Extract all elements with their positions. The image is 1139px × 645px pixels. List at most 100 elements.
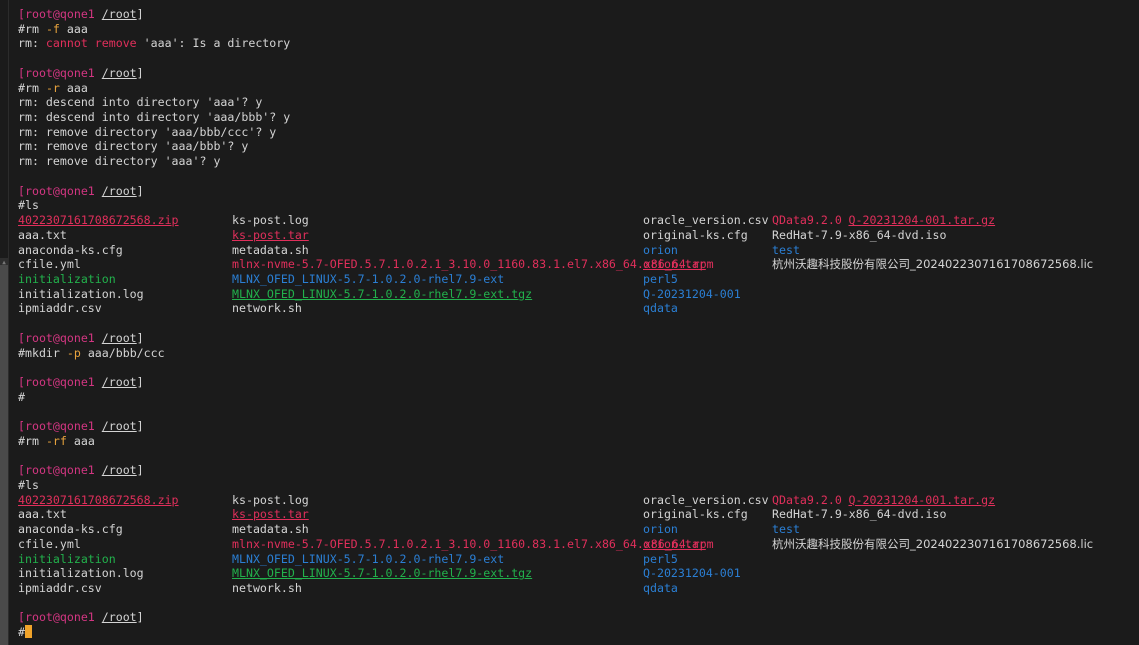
command-flag: -p	[66, 345, 81, 360]
prompt-path: /root	[101, 7, 137, 21]
ls-row: initialization MLNX_OFED_LINUX-5.7-1.0.2.…	[18, 552, 1139, 567]
ls-entry-col2: ks-post.tar	[232, 507, 309, 522]
prompt-path: /root	[101, 330, 137, 345]
ls-entry-col1: ipmiaddr.csv	[18, 301, 102, 316]
ls-entry-col3: oracle_version.csv	[643, 213, 769, 228]
output-descend-aaa: rm: descend into directory 'aaa'? y	[18, 95, 263, 110]
prompt-close: ]	[136, 330, 144, 345]
ls-entry-col2: metadata.sh	[232, 242, 309, 257]
command-arg: aaa	[59, 80, 88, 95]
ls-entry-col1: aaa.txt	[18, 507, 67, 522]
prompt-close: ]	[136, 7, 144, 21]
ls-entry-col2: network.sh	[232, 581, 302, 596]
command-line-rm-r: #rm -r aaa	[18, 81, 1139, 96]
command-line-ls: #ls	[18, 198, 1139, 213]
output-remove-aaa: rm: remove directory 'aaa'? y	[18, 154, 221, 169]
output-cannot-remove: rm: cannot remove 'aaa': Is a directory	[18, 36, 1139, 51]
output-remove-aaa-bbb: rm: remove directory 'aaa/bbb'? y	[18, 139, 249, 154]
ls-entry-col2: ks-post.log	[232, 213, 309, 228]
ls-entry-col4: test	[772, 242, 800, 257]
ls-entry-col3: oracle_version.csv	[643, 492, 769, 507]
prompt-hash: #	[18, 478, 25, 492]
prompt-close: ]	[136, 374, 144, 389]
ls-entry-col2: MLNX_OFED_LINUX-5.7-1.0.2.0-rhel7.9-ext	[232, 551, 505, 566]
ls-row: cfile.yml mlnx-nvme-5.7-OFED.5.7.1.0.2.1_…	[18, 257, 1139, 272]
ls-row: aaa.txt ks-post.tar original-ks.cfg RedHat-…	[18, 507, 1139, 522]
command-line-rm-rf: #rm -rf aaa	[18, 434, 1139, 449]
ls-output-first: 4022307161708672568.zip ks-post.log oracle…	[18, 213, 1139, 316]
ls-entry-col1: initialization.log	[18, 566, 144, 581]
prompt-path: /root	[101, 374, 137, 389]
command-arg: aaa	[59, 21, 88, 36]
ls-entry-col4: RedHat-7.9-x86_64-dvd.iso	[772, 227, 947, 242]
prompt-hash: #	[18, 345, 25, 360]
ls-entry-col3: perl5	[643, 271, 678, 286]
ls-entry-col3: original-ks.cfg	[643, 507, 748, 522]
terminal-window[interactable]: ▲ [root@qone1 /root] #rm -f aaa rm: cann…	[0, 0, 1139, 645]
prompt-line: [root@qone1 /root]	[18, 331, 1139, 346]
ls-entry-col1: anaconda-ks.cfg	[18, 522, 123, 537]
prompt-path: /root	[101, 419, 137, 434]
ls-entry-col2: mlnx-nvme-5.7-OFED.5.7.1.0.2.1_3.10.0_11…	[232, 257, 714, 272]
command-line-empty: #	[18, 390, 1139, 405]
output-descend-aaa-bbb: rm: descend into directory 'aaa/bbb'? y	[18, 110, 291, 125]
ls-row: 4022307161708672568.zip ks-post.log oracle…	[18, 493, 1139, 508]
ls-row: cfile.yml mlnx-nvme-5.7-OFED.5.7.1.0.2.1_…	[18, 537, 1139, 552]
command-line-active[interactable]: #	[18, 625, 1139, 640]
prompt-path: /root	[101, 183, 137, 198]
ls-row: ipmiaddr.csv network.sh qdata	[18, 581, 1139, 596]
prompt-userhost: [root@qone1	[18, 330, 95, 345]
ls-entry-col4: QData9.2.0	[772, 492, 842, 507]
command-name: rm	[24, 433, 39, 448]
ls-entry-col1: anaconda-ks.cfg	[18, 242, 123, 257]
ls-row: ipmiaddr.csv network.sh qdata	[18, 301, 1139, 316]
prompt-line: [root@qone1 /root]	[18, 375, 1139, 390]
ls-entry-col4b: Q-20231204-001.tar.gz	[848, 492, 996, 507]
prompt-line: [root@qone1 /root]	[18, 7, 1139, 22]
scrollbar-gutter[interactable]: ▲	[0, 0, 9, 645]
prompt-userhost: [root@qone1	[18, 419, 95, 434]
ls-entry-col2: MLNX_OFED_LINUX-5.7-1.0.2.0-rhel7.9-ext.…	[232, 286, 533, 301]
ls-entry-col1: ipmiaddr.csv	[18, 581, 102, 596]
scrollbar-thumb[interactable]	[0, 265, 8, 645]
prompt-userhost: [root@qone1	[18, 374, 95, 389]
prompt-userhost: [root@qone1	[18, 65, 95, 80]
ls-entry-col4: 杭州沃趣科技股份有限公司_2024022307161708672568.lic	[772, 257, 1094, 272]
ls-entry-col4b: Q-20231204-001.tar.gz	[848, 213, 996, 228]
ls-entry-col2: MLNX_OFED_LINUX-5.7-1.0.2.0-rhel7.9-ext.…	[232, 566, 533, 581]
prompt-path: /root	[101, 610, 137, 625]
prompt-hash: #	[18, 198, 25, 213]
prompt-userhost: [root@qone1	[18, 610, 95, 625]
ls-row: anaconda-ks.cfg metadata.sh orion test	[18, 522, 1139, 537]
ls-entry-col1: initialization.log	[18, 286, 144, 301]
prompt-path: /root	[101, 65, 137, 80]
prompt-userhost: [root@qone1	[18, 463, 95, 478]
ls-entry-col3: orion	[643, 522, 678, 537]
ls-entry-col3: perl5	[643, 551, 678, 566]
prompt-line: [root@qone1 /root]	[18, 184, 1139, 199]
ls-entry-col2: ks-post.log	[232, 492, 309, 507]
command-flag: -f	[45, 21, 60, 36]
ls-entry-col2: metadata.sh	[232, 522, 309, 537]
ls-entry-col3: orion.tar	[643, 257, 706, 272]
command-name: ls	[24, 198, 39, 213]
ls-entry-col3: orion	[643, 242, 678, 257]
output-error-rest: 'aaa': Is a directory	[136, 36, 291, 51]
ls-entry-col3: qdata	[643, 581, 678, 596]
prompt-userhost: [root@qone1	[18, 7, 95, 21]
ls-entry-col4: RedHat-7.9-x86_64-dvd.iso	[772, 507, 947, 522]
ls-entry-col4: test	[772, 522, 800, 537]
prompt-hash: #	[18, 433, 25, 448]
prompt-hash: #	[18, 389, 25, 404]
ls-entry-col2: ks-post.tar	[232, 227, 309, 242]
ls-row: initialization.log MLNX_OFED_LINUX-5.7-1.…	[18, 287, 1139, 302]
ls-row: initialization MLNX_OFED_LINUX-5.7-1.0.2.…	[18, 272, 1139, 287]
ls-row: 4022307161708672568.zip ks-post.log oracle…	[18, 213, 1139, 228]
command-line-rm-f: #rm -f aaa	[18, 22, 1139, 37]
prompt-line: [root@qone1 /root]	[18, 610, 1139, 625]
